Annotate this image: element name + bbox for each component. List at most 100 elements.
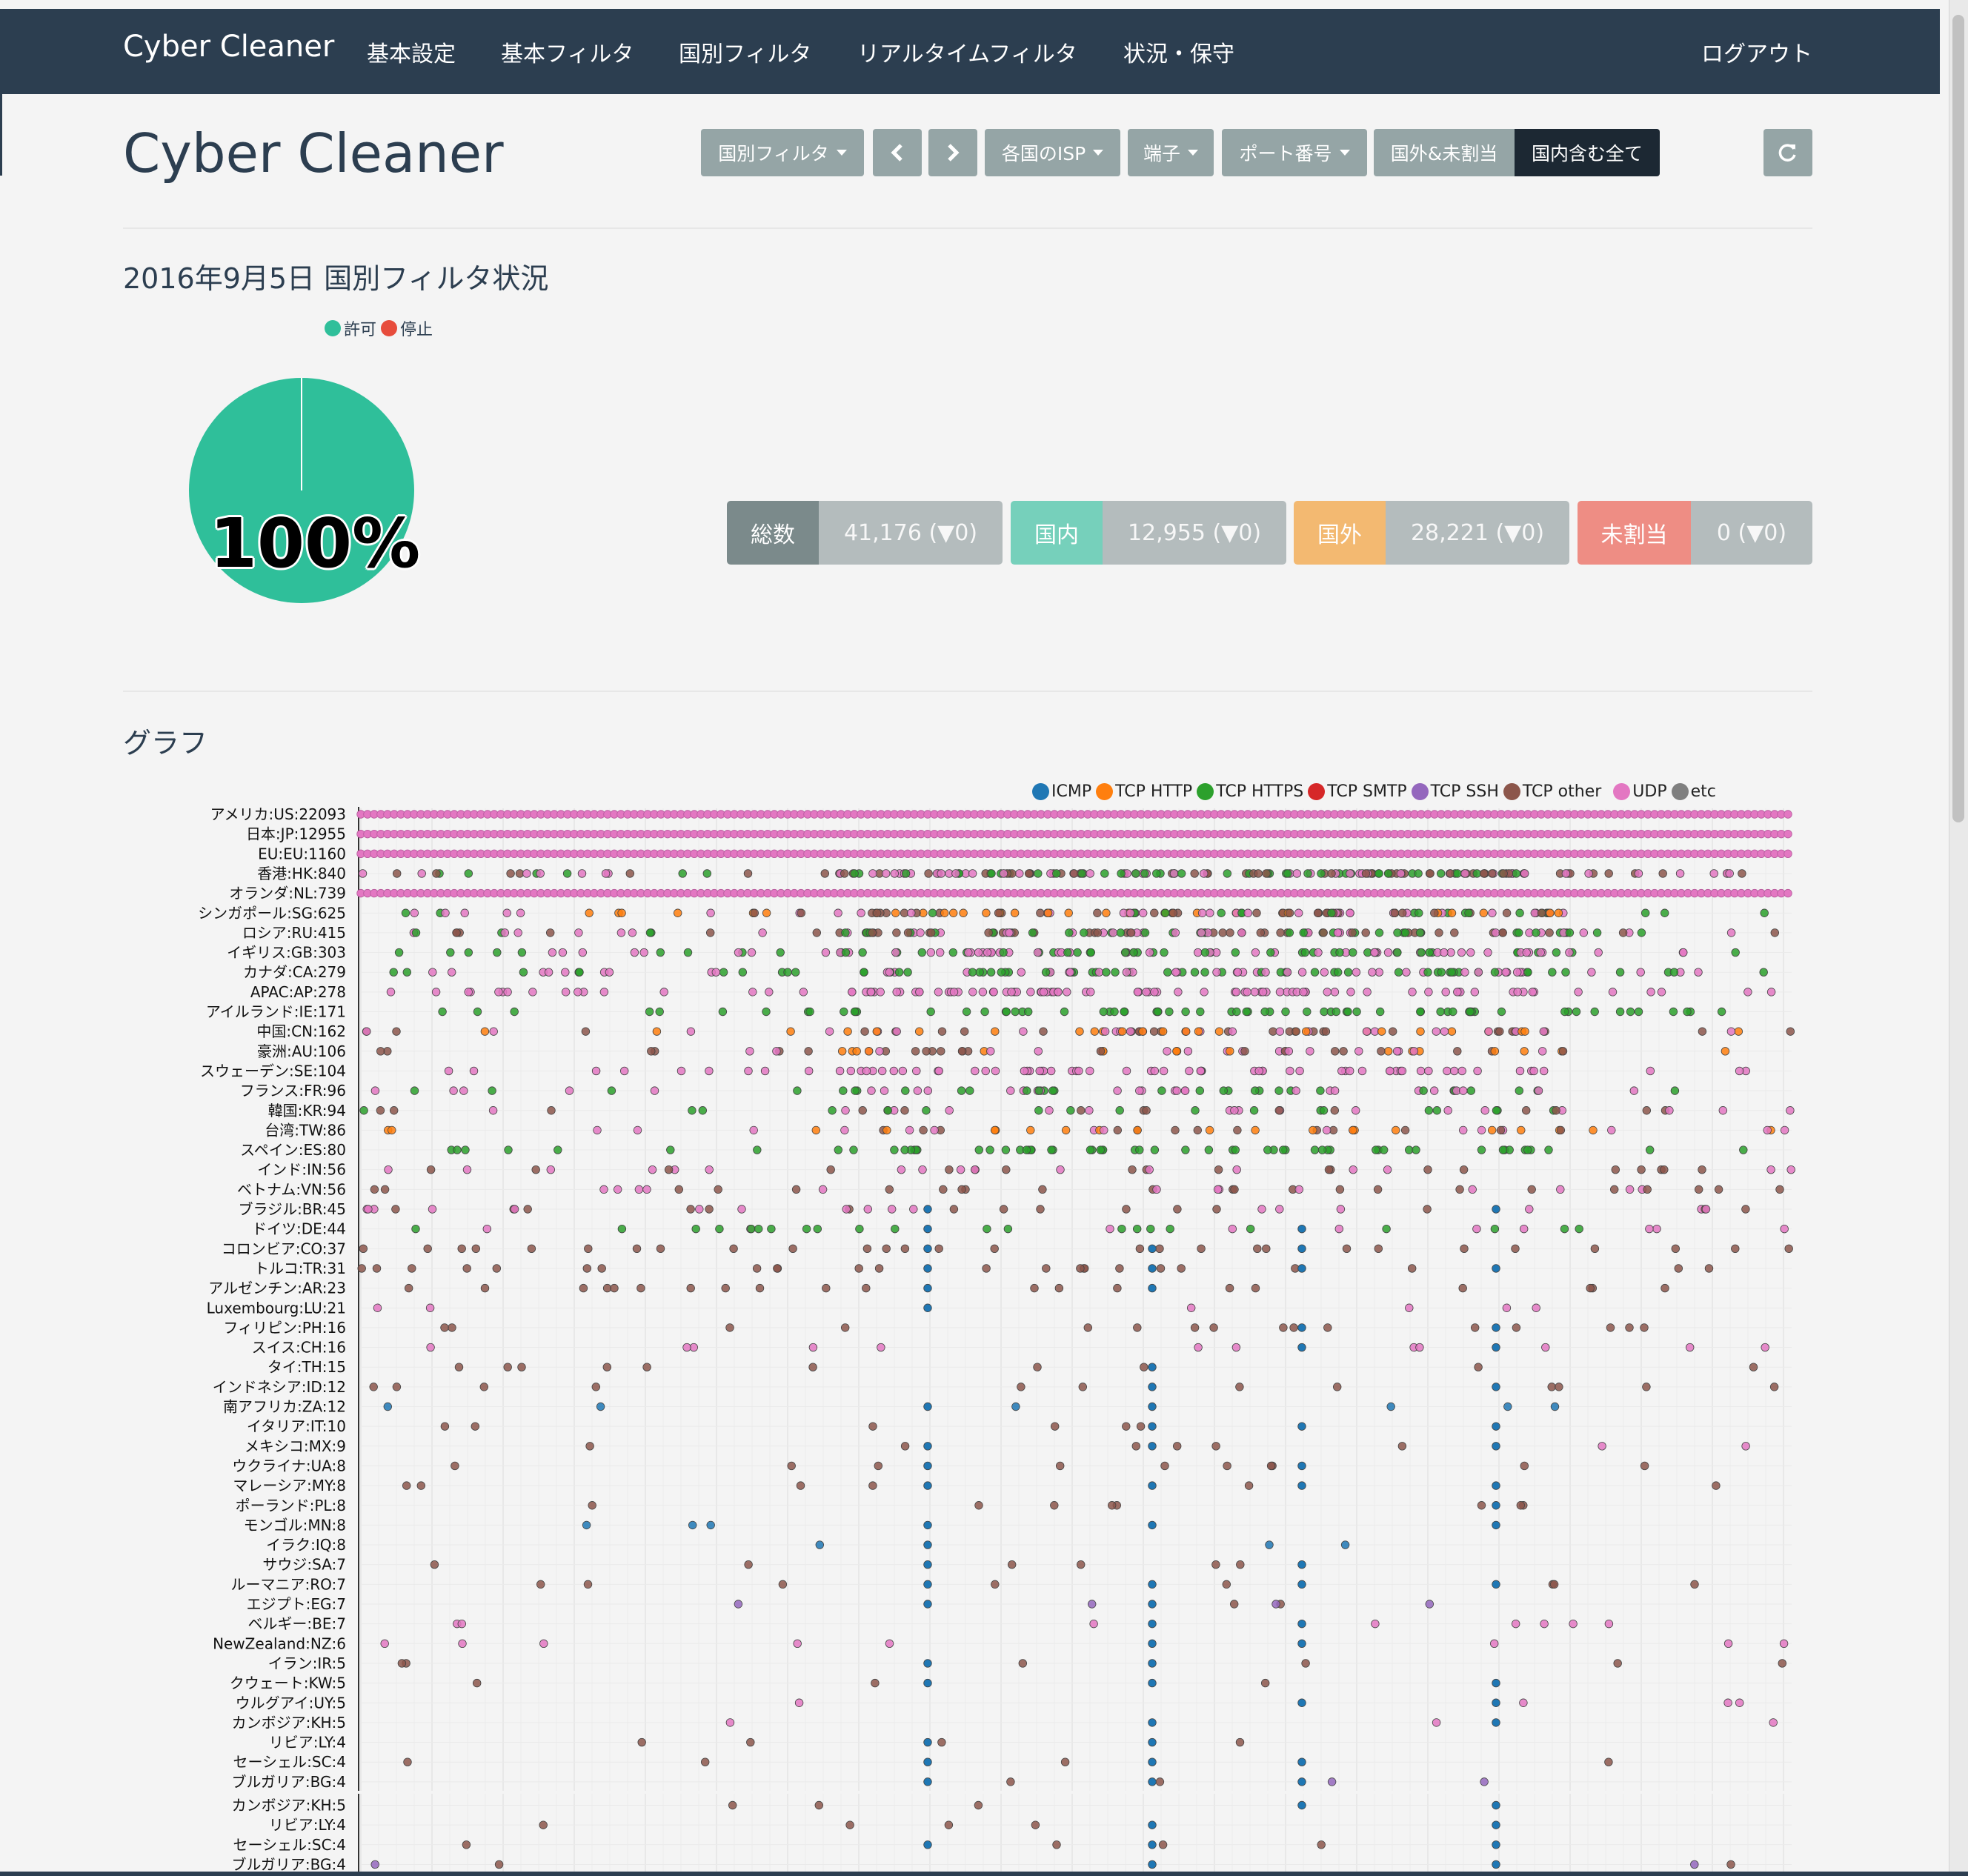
data-point <box>431 988 441 997</box>
data-point <box>1721 1047 1730 1056</box>
data-point <box>1357 1066 1367 1076</box>
data-point <box>1539 1027 1549 1036</box>
data-point <box>1274 1086 1283 1095</box>
data-point <box>652 1027 662 1036</box>
data-point <box>862 1283 871 1293</box>
data-point <box>776 948 785 957</box>
data-point <box>480 1027 490 1036</box>
data-point <box>1658 869 1667 878</box>
data-point <box>1483 948 1492 957</box>
data-point <box>923 1580 932 1589</box>
data-point <box>1332 1383 1342 1391</box>
data-point <box>1536 948 1545 957</box>
data-point <box>1048 1086 1057 1095</box>
data-point <box>1033 1363 1042 1371</box>
data-point <box>923 1303 932 1312</box>
data-point <box>974 1145 984 1154</box>
data-point <box>1297 1639 1306 1649</box>
data-point <box>1321 1027 1331 1036</box>
data-point <box>1237 928 1246 937</box>
data-point <box>386 988 396 997</box>
data-point <box>1317 1145 1327 1154</box>
data-point <box>863 1205 873 1214</box>
data-point <box>1135 1086 1144 1095</box>
data-point <box>892 928 901 937</box>
data-point <box>1458 1283 1467 1293</box>
data-point <box>546 1165 556 1174</box>
data-point <box>1283 869 1292 878</box>
data-point <box>634 1185 644 1194</box>
data-point <box>1233 968 1243 977</box>
data-point <box>1047 1145 1056 1154</box>
data-point <box>818 1185 828 1194</box>
data-point <box>1784 849 1792 859</box>
data-point <box>1022 1145 1031 1154</box>
data-point <box>1423 1165 1432 1174</box>
data-point <box>1759 968 1768 977</box>
data-point <box>1349 1125 1357 1135</box>
data-point <box>1455 1185 1464 1194</box>
data-point <box>1148 1600 1157 1609</box>
data-point <box>778 1580 788 1589</box>
data-point <box>1642 1383 1651 1391</box>
data-point <box>1383 948 1393 957</box>
data-point <box>408 1264 416 1273</box>
data-point <box>1131 869 1140 878</box>
data-point <box>1646 988 1655 997</box>
data-point <box>1492 1481 1500 1490</box>
data-point <box>762 1007 771 1017</box>
data-point <box>1087 1600 1097 1609</box>
data-point <box>1026 988 1035 997</box>
data-point <box>645 1007 654 1017</box>
data-point <box>745 1047 754 1056</box>
data-point <box>1640 1461 1649 1471</box>
data-point <box>934 988 943 997</box>
data-point <box>1709 869 1718 878</box>
data-point <box>1240 1047 1249 1056</box>
data-point <box>453 1145 462 1154</box>
data-point <box>682 1343 691 1352</box>
data-point <box>1327 1777 1337 1786</box>
data-point <box>1786 1027 1795 1036</box>
data-point <box>1492 1580 1500 1589</box>
data-point <box>1148 1264 1157 1273</box>
data-point <box>1168 908 1178 917</box>
scrollbar-thumb[interactable] <box>1952 15 1964 822</box>
data-point <box>939 1185 948 1194</box>
data-point <box>1453 988 1462 997</box>
y-tick-label: 台湾:TW:86 <box>265 1121 346 1139</box>
data-point <box>721 1283 730 1293</box>
data-point <box>1262 869 1271 878</box>
data-point <box>656 1244 665 1254</box>
data-point <box>1122 1066 1131 1076</box>
data-point <box>616 928 626 937</box>
data-point <box>837 1047 847 1056</box>
data-point <box>1193 1125 1203 1135</box>
data-point <box>1468 1185 1477 1194</box>
data-point <box>1231 1343 1241 1352</box>
y-tick-label: イラク:IQ:8 <box>266 1536 346 1554</box>
data-point <box>1294 908 1303 917</box>
data-point <box>1117 869 1126 878</box>
data-point <box>1093 908 1102 917</box>
data-point <box>982 908 991 917</box>
data-point <box>1521 1106 1531 1115</box>
data-point <box>791 1185 801 1194</box>
data-point <box>718 1007 728 1017</box>
data-point <box>1349 1165 1357 1174</box>
data-point <box>1148 1860 1157 1869</box>
data-point <box>1197 908 1207 917</box>
data-point <box>1211 1560 1220 1569</box>
data-point <box>1265 1540 1274 1549</box>
data-point <box>1222 1580 1231 1589</box>
data-point <box>1492 1383 1500 1391</box>
data-point <box>1011 1007 1020 1017</box>
data-point <box>1370 948 1379 957</box>
data-point <box>797 908 806 917</box>
data-point <box>1190 1323 1200 1332</box>
data-point <box>1517 1125 1526 1135</box>
data-point <box>1330 1086 1340 1095</box>
data-point <box>1523 968 1532 977</box>
data-point <box>894 968 904 977</box>
data-point <box>1766 1165 1775 1174</box>
